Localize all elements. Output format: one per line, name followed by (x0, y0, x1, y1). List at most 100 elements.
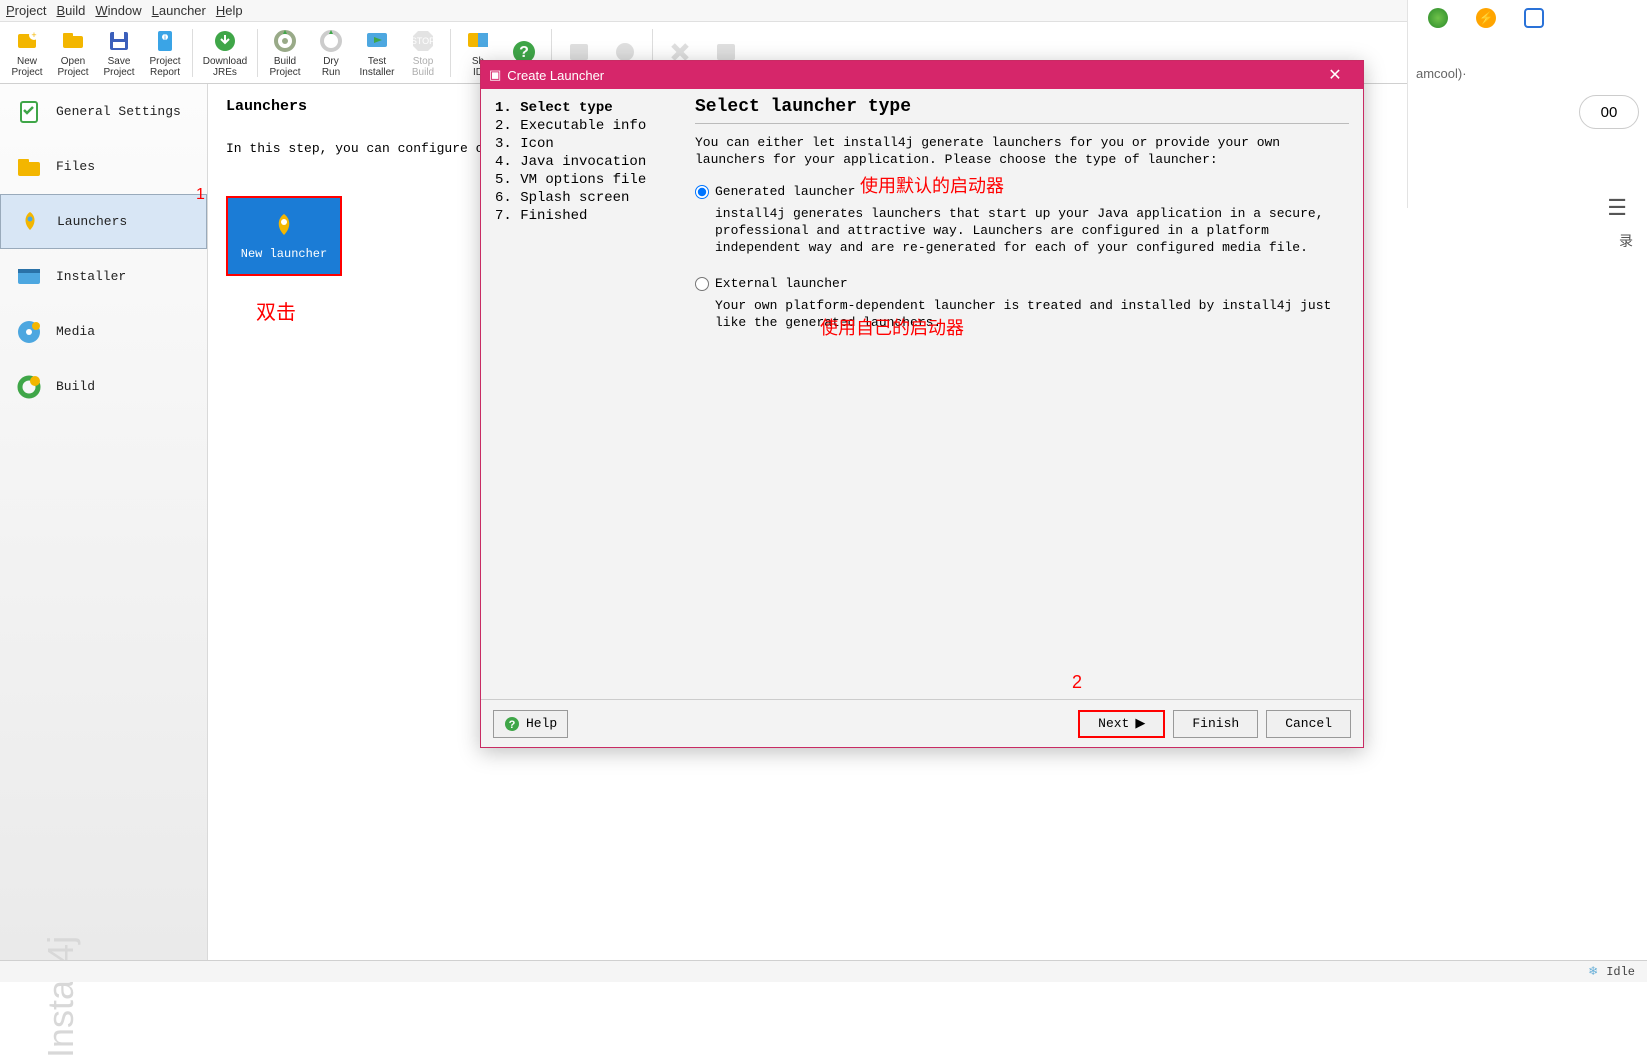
tbtn-label: BuildProject (269, 56, 300, 78)
tbtn-label: DownloadJREs (203, 56, 247, 78)
finish-button[interactable]: Finish (1173, 710, 1258, 738)
tbtn-label: NewProject (11, 56, 42, 78)
dialog-titlebar[interactable]: ▣ Create Launcher ✕ (481, 61, 1363, 89)
menu-launcher[interactable]: Launcher (152, 3, 206, 18)
menu-project[interactable]: Project (6, 3, 46, 18)
launcher-tile[interactable]: New launcher (226, 196, 342, 276)
menu-window[interactable]: Window (95, 3, 141, 18)
annotation-cn-1: 使用默认的启动器 (860, 172, 1004, 198)
sidebar-item-label: Launchers (57, 214, 127, 229)
help-icon: ? (504, 716, 520, 732)
status-idle: Idle (1606, 965, 1635, 979)
option-label: External launcher (715, 276, 848, 291)
create-launcher-dialog: ▣ Create Launcher ✕ 1. Select type 2. Ex… (480, 60, 1364, 748)
btn-label: Next (1098, 716, 1129, 731)
tbtn-save-project[interactable]: SaveProject (96, 24, 142, 82)
btn-label: Finish (1192, 716, 1239, 731)
close-icon[interactable]: ✕ (1315, 65, 1355, 85)
sidebar-item-label: Installer (56, 269, 126, 284)
tbtn-label: SaveProject (103, 56, 134, 78)
step-3[interactable]: 3. Icon (495, 135, 677, 153)
sidebar-item-files[interactable]: Files (0, 139, 207, 194)
launcher-tile-label: New launcher (241, 247, 327, 261)
sidebar-item-label: General Settings (56, 104, 181, 119)
step-1[interactable]: 1. Select type (495, 99, 677, 117)
option-external-desc: Your own platform-dependent launcher is … (715, 297, 1349, 331)
tbtn-label: DryRun (322, 56, 340, 78)
step-5[interactable]: 5. VM options file (495, 171, 677, 189)
globe-icon[interactable] (1428, 8, 1448, 28)
dialog-description: You can either let install4j generate la… (695, 134, 1349, 168)
clipboard-icon (14, 98, 44, 126)
sidebar-item-label: Media (56, 324, 95, 339)
installer-icon (14, 263, 44, 291)
square-icon[interactable] (1524, 8, 1544, 28)
rocket-icon (15, 208, 45, 236)
rs-text-top: amcool)· (1408, 36, 1647, 85)
svg-text:STOP: STOP (411, 36, 435, 46)
option-generated[interactable]: Generated launcher (695, 184, 1349, 199)
tbtn-label: ProjectReport (149, 56, 180, 78)
bolt-icon[interactable]: ⚡ (1476, 8, 1496, 28)
tbtn-new-project[interactable]: + NewProject (4, 24, 50, 82)
dialog-heading: Select launcher type (695, 97, 1349, 117)
sidebar-item-media[interactable]: Media (0, 304, 207, 359)
rs-text-bottom: 录 (1408, 231, 1647, 251)
annotation-doubleclick: 双击 (256, 296, 296, 325)
svg-text:i: i (164, 33, 166, 42)
tbtn-build-project[interactable]: BuildProject (262, 24, 308, 82)
right-side-panel: ⚡ amcool)· 00 ☰ 录 (1407, 0, 1647, 208)
dialog-app-icon: ▣ (489, 67, 501, 83)
btn-label: Cancel (1285, 716, 1332, 731)
svg-text:?: ? (509, 720, 516, 732)
step-6[interactable]: 6. Splash screen (495, 189, 677, 207)
dialog-content: Select launcher type You can either let … (691, 89, 1363, 699)
arrow-right-icon: ▶ (1135, 716, 1145, 731)
disc-icon (14, 318, 44, 346)
tbtn-project-report[interactable]: i ProjectReport (142, 24, 188, 82)
tbtn-stop-build[interactable]: STOP StopBuild (400, 24, 446, 82)
tbtn-label: TestInstaller (359, 56, 394, 78)
rs-pill[interactable]: 00 (1579, 95, 1639, 129)
sidebar-item-label: Build (56, 379, 95, 394)
wizard-steps: 1. Select type 2. Executable info 3. Ico… (481, 89, 691, 699)
sidebar-item-installer[interactable]: Installer (0, 249, 207, 304)
step-7[interactable]: 7. Finished (495, 207, 677, 225)
hamburger-icon[interactable]: ☰ (1408, 139, 1647, 231)
step-2[interactable]: 2. Executable info (495, 117, 677, 135)
radio-external[interactable] (695, 277, 709, 291)
step-4[interactable]: 4. Java invocation (495, 153, 677, 171)
sidebar-item-build[interactable]: Build (0, 359, 207, 414)
dialog-title: Create Launcher (507, 68, 604, 83)
sidebar-item-launchers[interactable]: Launchers (0, 194, 207, 249)
btn-label: Help (526, 716, 557, 731)
tbtn-download-jres[interactable]: DownloadJREs (197, 24, 253, 82)
tbtn-label: OpenProject (57, 56, 88, 78)
option-external[interactable]: External launcher (695, 276, 1349, 291)
menu-build[interactable]: Build (56, 3, 85, 18)
cancel-button[interactable]: Cancel (1266, 710, 1351, 738)
menu-help[interactable]: Help (216, 3, 243, 18)
tbtn-open-project[interactable]: OpenProject (50, 24, 96, 82)
statusbar: ❄ Idle (0, 960, 1647, 982)
sidebar-item-label: Files (56, 159, 95, 174)
help-button[interactable]: ? Help (493, 710, 568, 738)
sidebar: General Settings Files Launchers Install… (0, 84, 208, 960)
tbtn-dry-run[interactable]: DryRun (308, 24, 354, 82)
annotation-1: 1 (196, 186, 205, 204)
option-label: Generated launcher (715, 184, 855, 199)
tbtn-label: StopBuild (412, 56, 434, 78)
next-button[interactable]: Next ▶ (1078, 710, 1165, 738)
watermark: Install4j (40, 851, 82, 1058)
svg-text:+: + (31, 30, 36, 40)
sidebar-item-general[interactable]: General Settings (0, 84, 207, 139)
folder-icon (14, 153, 44, 181)
rocket-icon (270, 211, 298, 239)
snowflake-icon: ❄ (1588, 964, 1598, 979)
radio-generated[interactable] (695, 185, 709, 199)
annotation-2: 2 (1072, 672, 1082, 693)
rs-pill-value: 00 (1601, 104, 1618, 121)
tbtn-test-installer[interactable]: TestInstaller (354, 24, 400, 82)
option-generated-desc: install4j generates launchers that start… (715, 205, 1349, 256)
dialog-footer: ? Help Next ▶ Finish Cancel (481, 699, 1363, 747)
